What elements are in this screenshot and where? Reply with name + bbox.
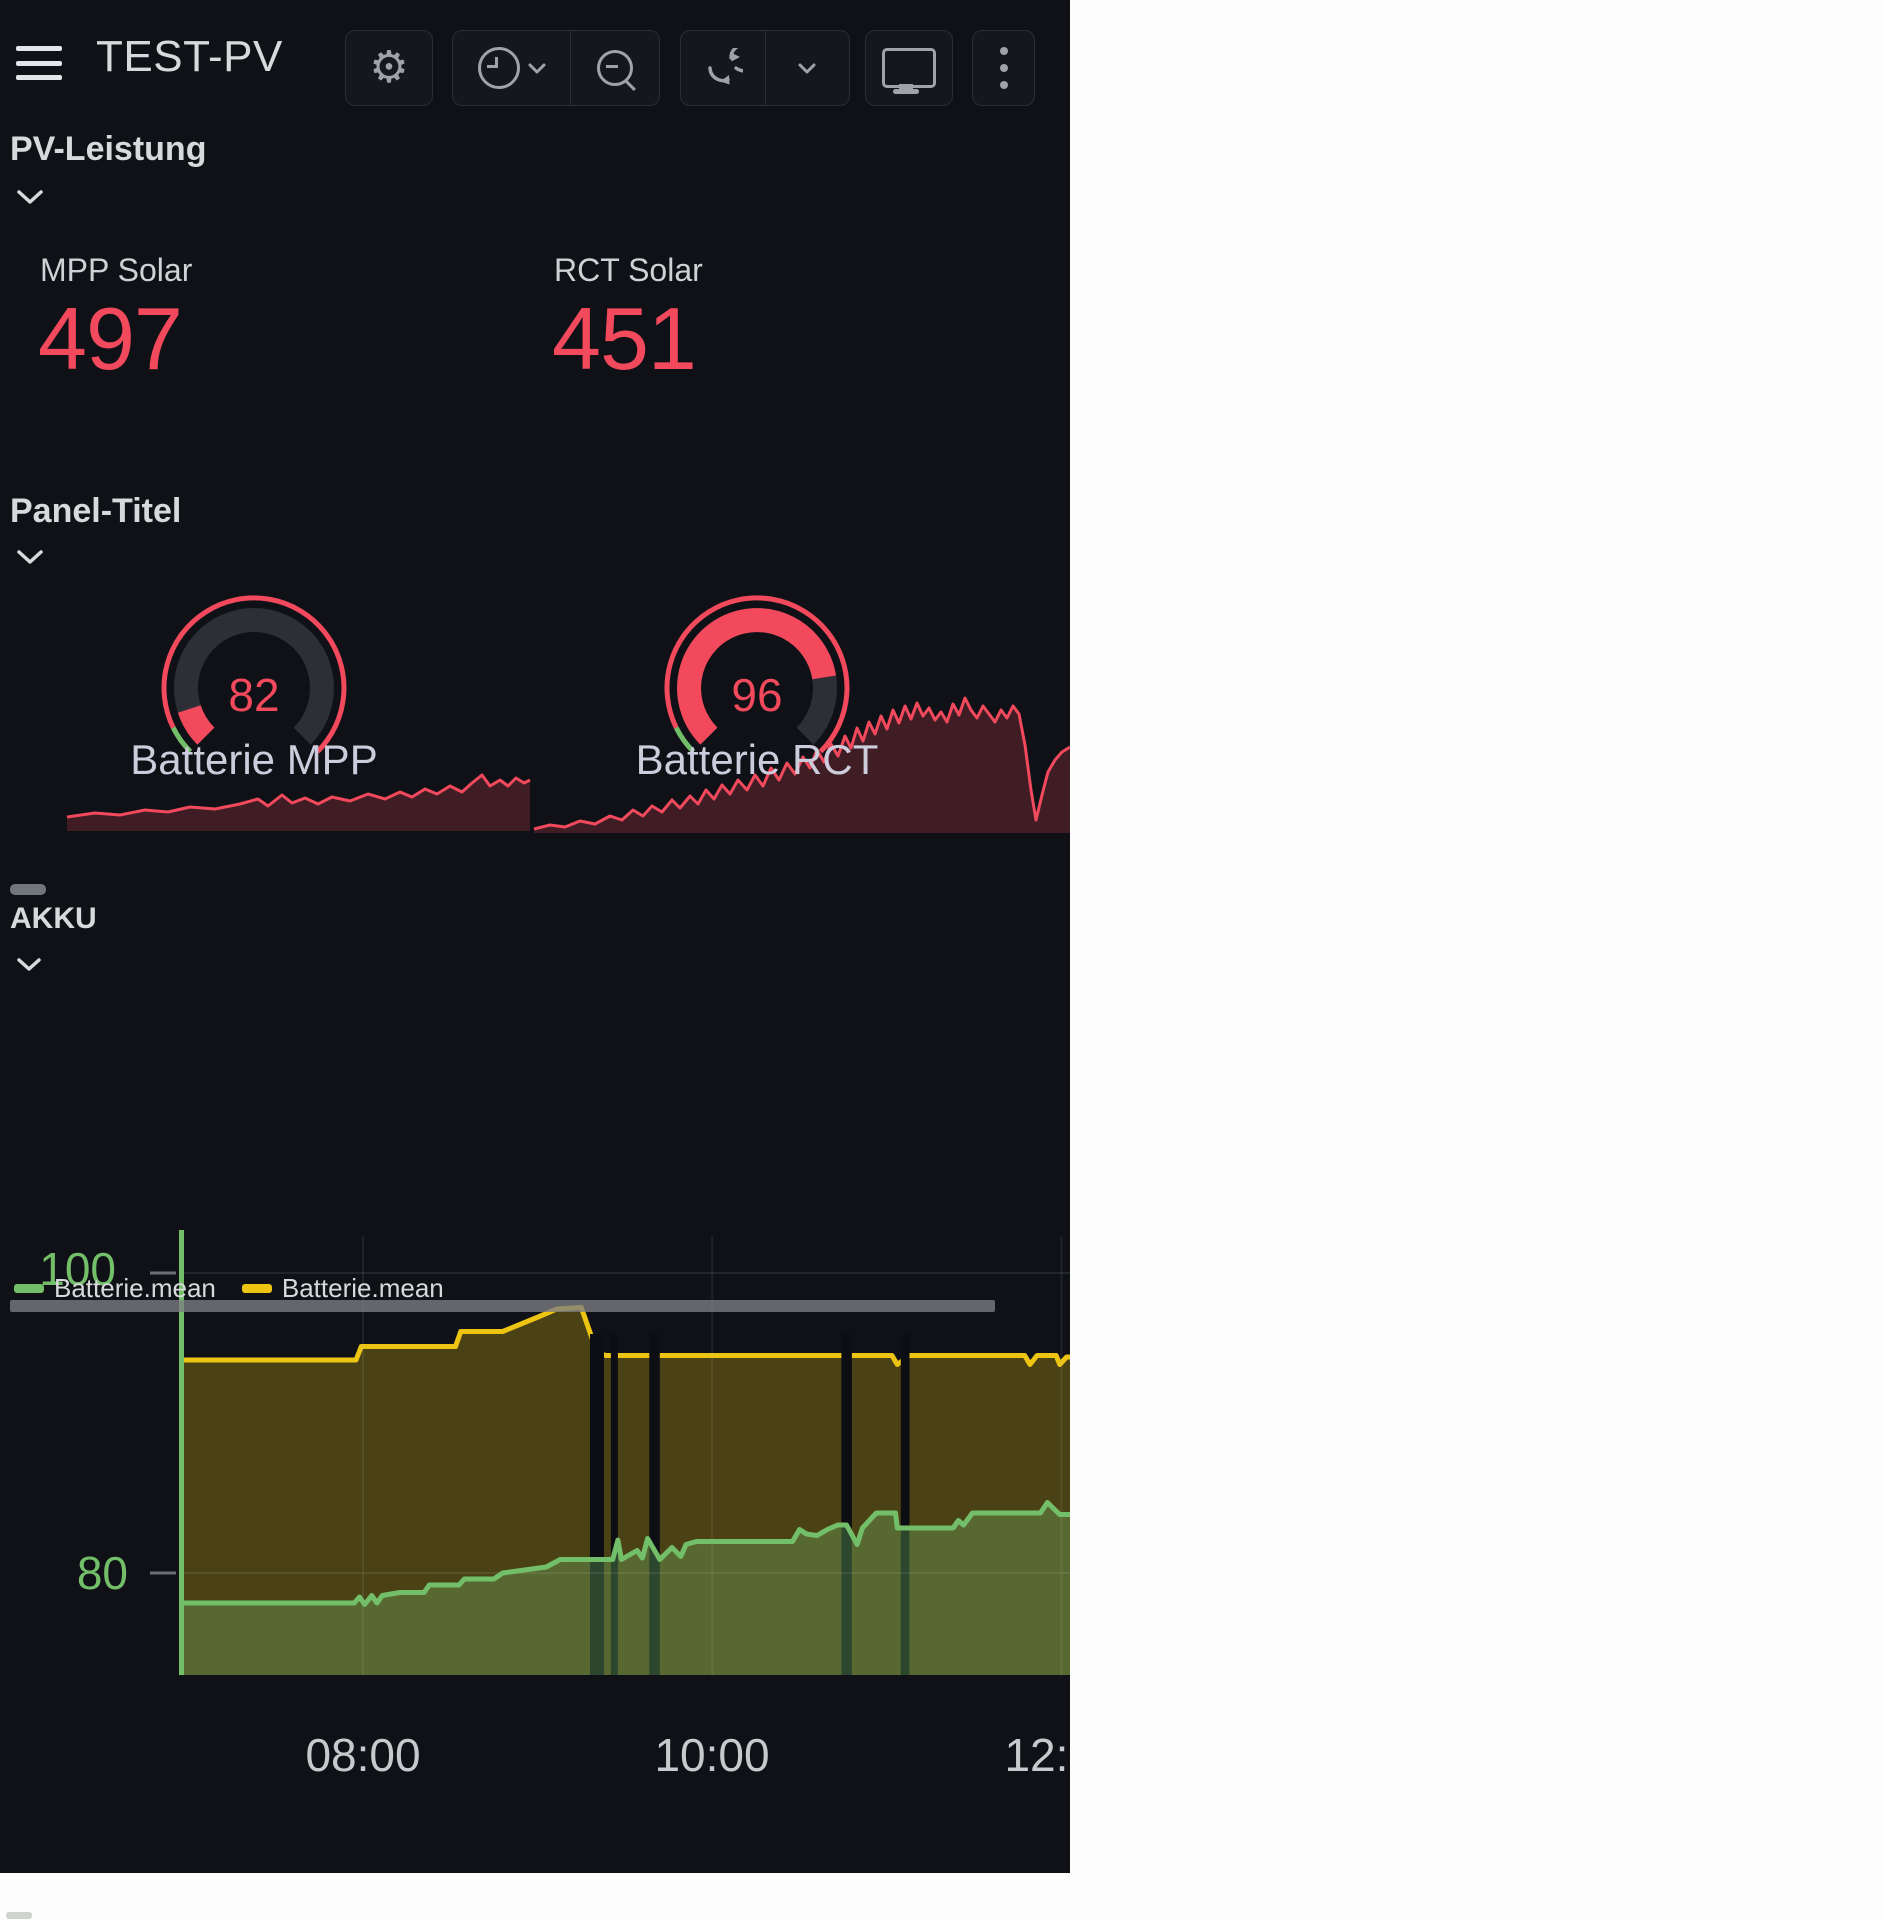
kebab-icon (1000, 47, 1008, 89)
bottom-edge-artifact (6, 1912, 32, 1919)
y-axis-tick-80: 80 (6, 1546, 128, 1600)
row-title-pv-leistung[interactable]: PV-Leistung (10, 130, 206, 169)
stat-label-rct: RCT Solar (554, 252, 703, 289)
zoom-out-icon (597, 50, 633, 86)
settings-button[interactable]: ⚙ (345, 30, 433, 106)
x-axis-tick-1200: 12:00 (982, 1728, 1070, 1782)
gauge-value-mpp: 82 (154, 668, 354, 722)
screen: TEST-PV ⚙ (0, 0, 1882, 1920)
chevron-down-icon[interactable] (16, 548, 44, 566)
stat-value-mpp: 497 (38, 288, 182, 390)
gauge-label-rct: Batterie RCT (547, 736, 967, 784)
stat-value-rct: 451 (552, 288, 696, 390)
legend-swatch-yellow (242, 1284, 272, 1293)
row-drag-handle[interactable] (10, 884, 46, 895)
chart-legend: Batterie.mean Batterie.mean (14, 1272, 470, 1304)
monitor-icon (882, 48, 936, 88)
stat-label-mpp: MPP Solar (40, 252, 192, 289)
chevron-down-icon[interactable] (16, 188, 44, 206)
refresh-group (680, 30, 850, 106)
more-options-button[interactable] (972, 30, 1035, 106)
dashboard-title: TEST-PV (96, 32, 283, 82)
chevron-down-icon (528, 63, 546, 74)
x-axis-tick-1000: 10:00 (632, 1728, 792, 1782)
legend-item-green[interactable]: Batterie.mean (54, 1273, 216, 1304)
dashboard: TEST-PV ⚙ (0, 0, 1070, 1873)
refresh-icon (703, 48, 743, 88)
refresh-button[interactable] (681, 31, 765, 105)
chevron-down-icon (798, 63, 816, 74)
gauge-label-mpp: Batterie MPP (44, 736, 464, 784)
menu-icon[interactable] (16, 46, 62, 80)
gear-icon: ⚙ (369, 46, 408, 90)
gauge-value-rct: 96 (657, 668, 857, 722)
tv-mode-button[interactable] (865, 30, 953, 106)
time-range-button[interactable] (453, 31, 570, 105)
time-range-group (452, 30, 660, 106)
legend-item-yellow[interactable]: Batterie.mean (282, 1273, 444, 1304)
chevron-down-icon[interactable] (16, 956, 42, 973)
refresh-interval-dropdown[interactable] (765, 31, 850, 105)
x-axis-tick-0800: 08:00 (283, 1728, 443, 1782)
zoom-out-button[interactable] (570, 31, 659, 105)
legend-swatch-green (14, 1284, 44, 1293)
clock-icon (478, 47, 520, 89)
row-title-panel-titel[interactable]: Panel-Titel (10, 492, 181, 531)
row-title-akku[interactable]: AKKU (10, 902, 97, 936)
